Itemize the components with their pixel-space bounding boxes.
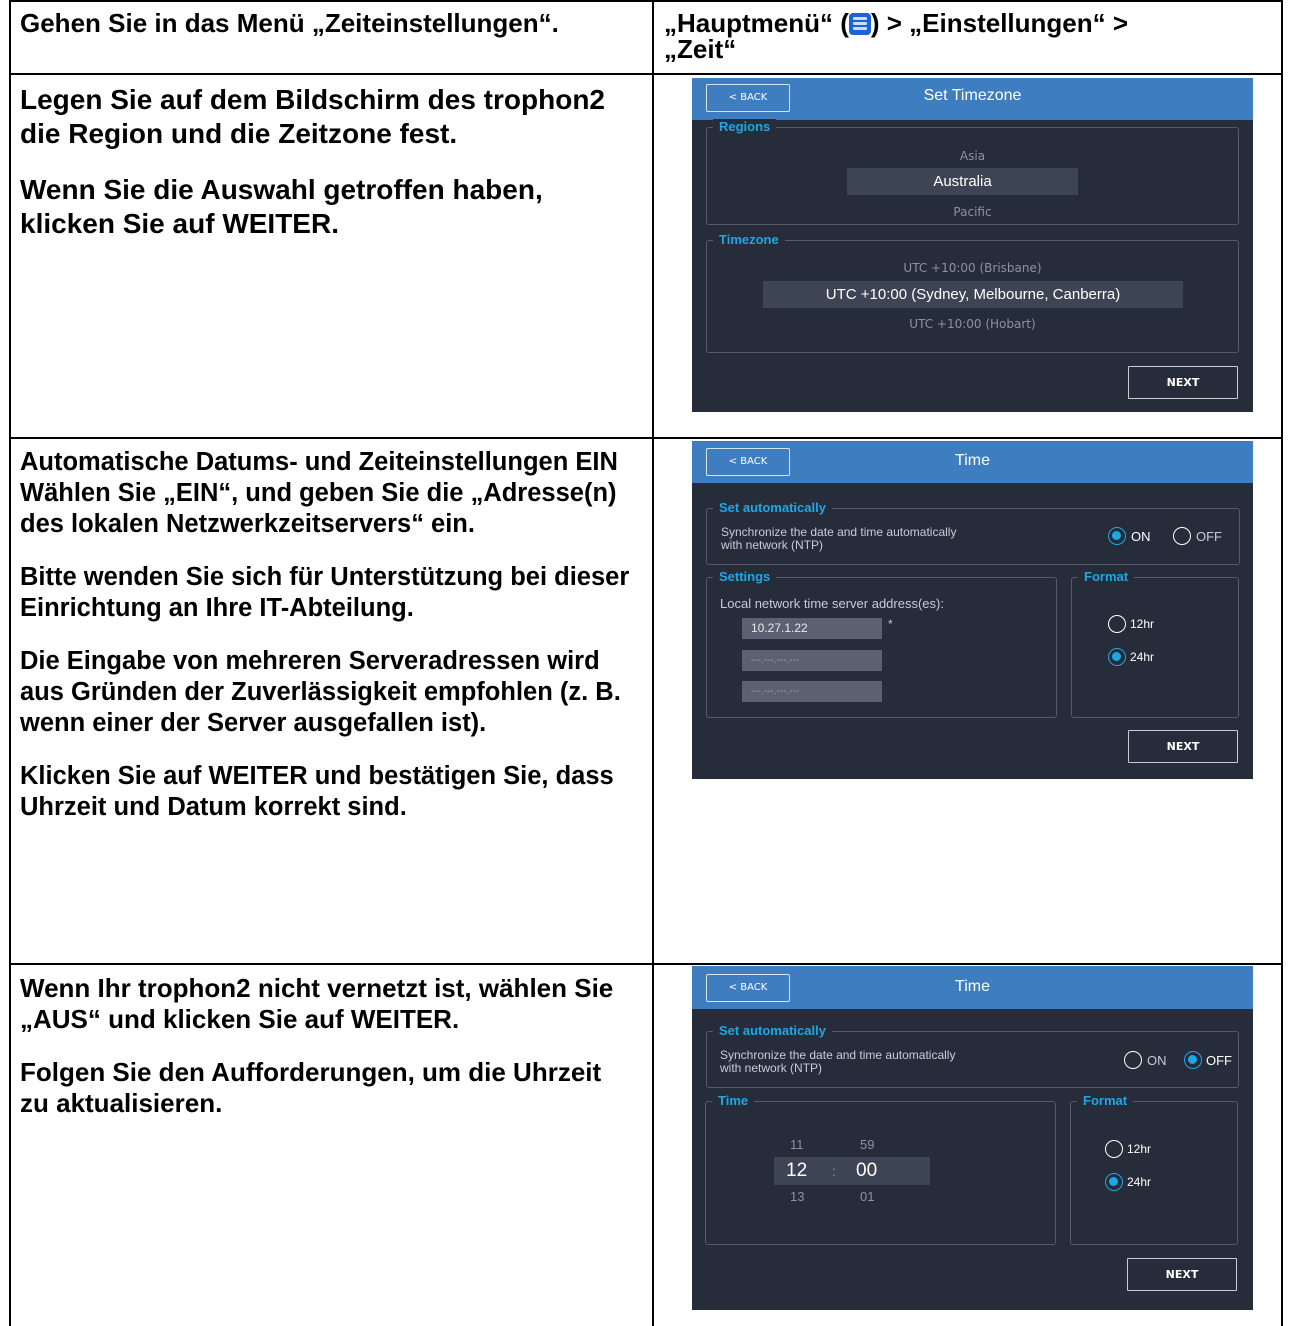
table-border-top bbox=[9, 0, 1283, 2]
row-divider-2 bbox=[9, 437, 1283, 439]
timezone-option-selected[interactable]: UTC +10:00 (Sydney, Melbourne, Canberra) bbox=[763, 281, 1183, 308]
format-group: Format 12hr 24hr bbox=[1070, 1093, 1238, 1245]
timezone-option-hobart[interactable]: UTC +10:00 (Hobart) bbox=[707, 317, 1238, 331]
region-option-pacific[interactable]: Pacific bbox=[707, 205, 1238, 219]
row1-instruction: Gehen Sie in das Menü „Zeiteinstellungen… bbox=[10, 8, 643, 39]
row3-paragraph-1: Wählen Sie „EIN“, und geben Sie die „Adr… bbox=[20, 479, 617, 538]
timezone-option-brisbane[interactable]: UTC +10:00 (Brisbane) bbox=[707, 261, 1238, 275]
settings-legend: Settings bbox=[713, 569, 777, 584]
format-12hr-radio[interactable] bbox=[1108, 615, 1126, 633]
table-border-right bbox=[1281, 0, 1283, 1326]
set-automatically-legend: Set automatically bbox=[713, 500, 832, 515]
row4-paragraph-2: Folgen Sie den Aufforderungen, um die Uh… bbox=[20, 1057, 602, 1118]
format-legend: Format bbox=[1077, 1093, 1134, 1108]
settings-group: Settings Local network time server addre… bbox=[706, 569, 1057, 718]
ntp-off-radio[interactable] bbox=[1184, 1051, 1202, 1069]
screen-header: < BACK Time bbox=[692, 441, 1253, 483]
set-timezone-screen: < BACK Set Timezone Regions Asia Austral… bbox=[692, 78, 1253, 412]
format-24hr-label: 24hr bbox=[1127, 1175, 1152, 1189]
time-separator: : bbox=[832, 1163, 836, 1179]
server-address-input-1[interactable]: 10.27.1.22 bbox=[742, 618, 882, 639]
row4-paragraph-1: Wenn Ihr trophon2 nicht vernetzt ist, wä… bbox=[20, 973, 614, 1034]
region-option-selected[interactable]: Australia bbox=[847, 168, 1078, 195]
server-address-input-3[interactable]: ---.---.---.--- bbox=[742, 681, 882, 702]
ntp-off-label: OFF bbox=[1206, 1053, 1232, 1068]
sync-description: Synchronize the date and time automatica… bbox=[721, 525, 957, 552]
hour-next[interactable]: 13 bbox=[790, 1189, 804, 1204]
minute-value[interactable]: 00 bbox=[856, 1160, 877, 1182]
row1-path: „Hauptmenü“ () > „Einstellungen“ > „Zeit… bbox=[664, 10, 1292, 62]
timezone-group: Timezone UTC +10:00 (Brisbane) UTC +10:0… bbox=[706, 232, 1239, 353]
hour-previous[interactable]: 11 bbox=[790, 1137, 804, 1152]
format-12hr-radio[interactable] bbox=[1105, 1140, 1123, 1158]
row2-paragraph-2: Wenn Sie die Auswahl getroffen haben, kl… bbox=[20, 174, 543, 239]
time-ntp-on-screen: < BACK Time Set automatically Synchroniz… bbox=[692, 441, 1253, 779]
format-12hr-label: 12hr bbox=[1127, 1142, 1152, 1156]
next-button[interactable]: NEXT bbox=[1128, 730, 1238, 763]
screen-title: Time bbox=[955, 978, 990, 995]
server-address-input-2[interactable]: ---.---.---.--- bbox=[742, 650, 882, 671]
minute-previous[interactable]: 59 bbox=[860, 1137, 874, 1152]
set-automatically-legend: Set automatically bbox=[713, 1023, 832, 1038]
row2-paragraph-1: Legen Sie auf dem Bildschirm des trophon… bbox=[20, 84, 605, 149]
regions-group: Regions Asia Australia Pacific bbox=[706, 119, 1239, 225]
screen-header: < BACK Time bbox=[692, 966, 1253, 1009]
menu-path-part2: ) > „Einstellungen“ > bbox=[870, 8, 1129, 38]
set-automatically-group: Set automatically Synchronize the date a… bbox=[706, 500, 1240, 565]
ntp-off-label: OFF bbox=[1196, 529, 1222, 544]
menu-path: „Hauptmenü“ () > „Einstellungen“ > „Zeit… bbox=[664, 10, 1292, 62]
time-legend: Time bbox=[712, 1093, 755, 1108]
required-marker: * bbox=[888, 617, 893, 631]
hour-value[interactable]: 12 bbox=[786, 1160, 807, 1182]
row3-paragraph-4: Klicken Sie auf WEITER und bestätigen Si… bbox=[20, 762, 614, 821]
server-address-label: Local network time server address(es): bbox=[720, 596, 944, 611]
format-24hr-radio[interactable] bbox=[1105, 1173, 1123, 1191]
row3-instructions: Automatische Datums- und Zeiteinstellung… bbox=[10, 447, 643, 845]
format-group: Format 12hr 24hr bbox=[1071, 569, 1239, 718]
next-button[interactable]: NEXT bbox=[1128, 366, 1238, 399]
menu-path-part3: „Zeit“ bbox=[664, 34, 737, 64]
sync-description: Synchronize the date and time automatica… bbox=[720, 1048, 956, 1075]
time-group: Time 11 59 12 : 00 13 01 bbox=[705, 1093, 1056, 1245]
hamburger-menu-icon bbox=[848, 13, 871, 35]
time-ntp-off-screen: < BACK Time Set automatically Synchroniz… bbox=[692, 966, 1253, 1310]
format-12hr-label: 12hr bbox=[1130, 617, 1155, 631]
ntp-on-label: ON bbox=[1131, 529, 1151, 544]
row3-paragraph-3: Die Eingabe von mehreren Serveradressen … bbox=[20, 647, 621, 737]
row3-paragraph-2: Bitte wenden Sie sich für Unterstützung … bbox=[20, 563, 630, 622]
screen-title: Set Timezone bbox=[923, 87, 1022, 104]
row-divider-1 bbox=[9, 73, 1283, 75]
screen-header: < BACK Set Timezone bbox=[692, 78, 1253, 120]
row1-text: Gehen Sie in das Menü „Zeiteinstellungen… bbox=[20, 8, 559, 38]
minute-next[interactable]: 01 bbox=[860, 1189, 874, 1204]
set-automatically-group: Set automatically Synchronize the date a… bbox=[706, 1023, 1239, 1088]
row2-instructions: Legen Sie auf dem Bildschirm des trophon… bbox=[10, 83, 643, 263]
row-divider-3 bbox=[9, 963, 1283, 965]
region-option-asia[interactable]: Asia bbox=[707, 149, 1238, 163]
ntp-on-label: ON bbox=[1147, 1053, 1167, 1068]
row4-instructions: Wenn Ihr trophon2 nicht vernetzt ist, wä… bbox=[10, 973, 643, 1141]
ntp-on-radio[interactable] bbox=[1108, 527, 1126, 545]
next-button[interactable]: NEXT bbox=[1127, 1258, 1237, 1291]
format-24hr-radio[interactable] bbox=[1108, 648, 1126, 666]
row3-heading: Automatische Datums- und Zeiteinstellung… bbox=[20, 448, 618, 476]
ntp-off-radio[interactable] bbox=[1173, 527, 1191, 545]
format-legend: Format bbox=[1078, 569, 1135, 584]
column-divider bbox=[652, 0, 654, 1326]
format-24hr-label: 24hr bbox=[1130, 650, 1155, 664]
regions-legend: Regions bbox=[713, 119, 777, 134]
timezone-legend: Timezone bbox=[713, 232, 785, 247]
ntp-on-radio[interactable] bbox=[1124, 1051, 1142, 1069]
screen-title: Time bbox=[955, 452, 990, 469]
